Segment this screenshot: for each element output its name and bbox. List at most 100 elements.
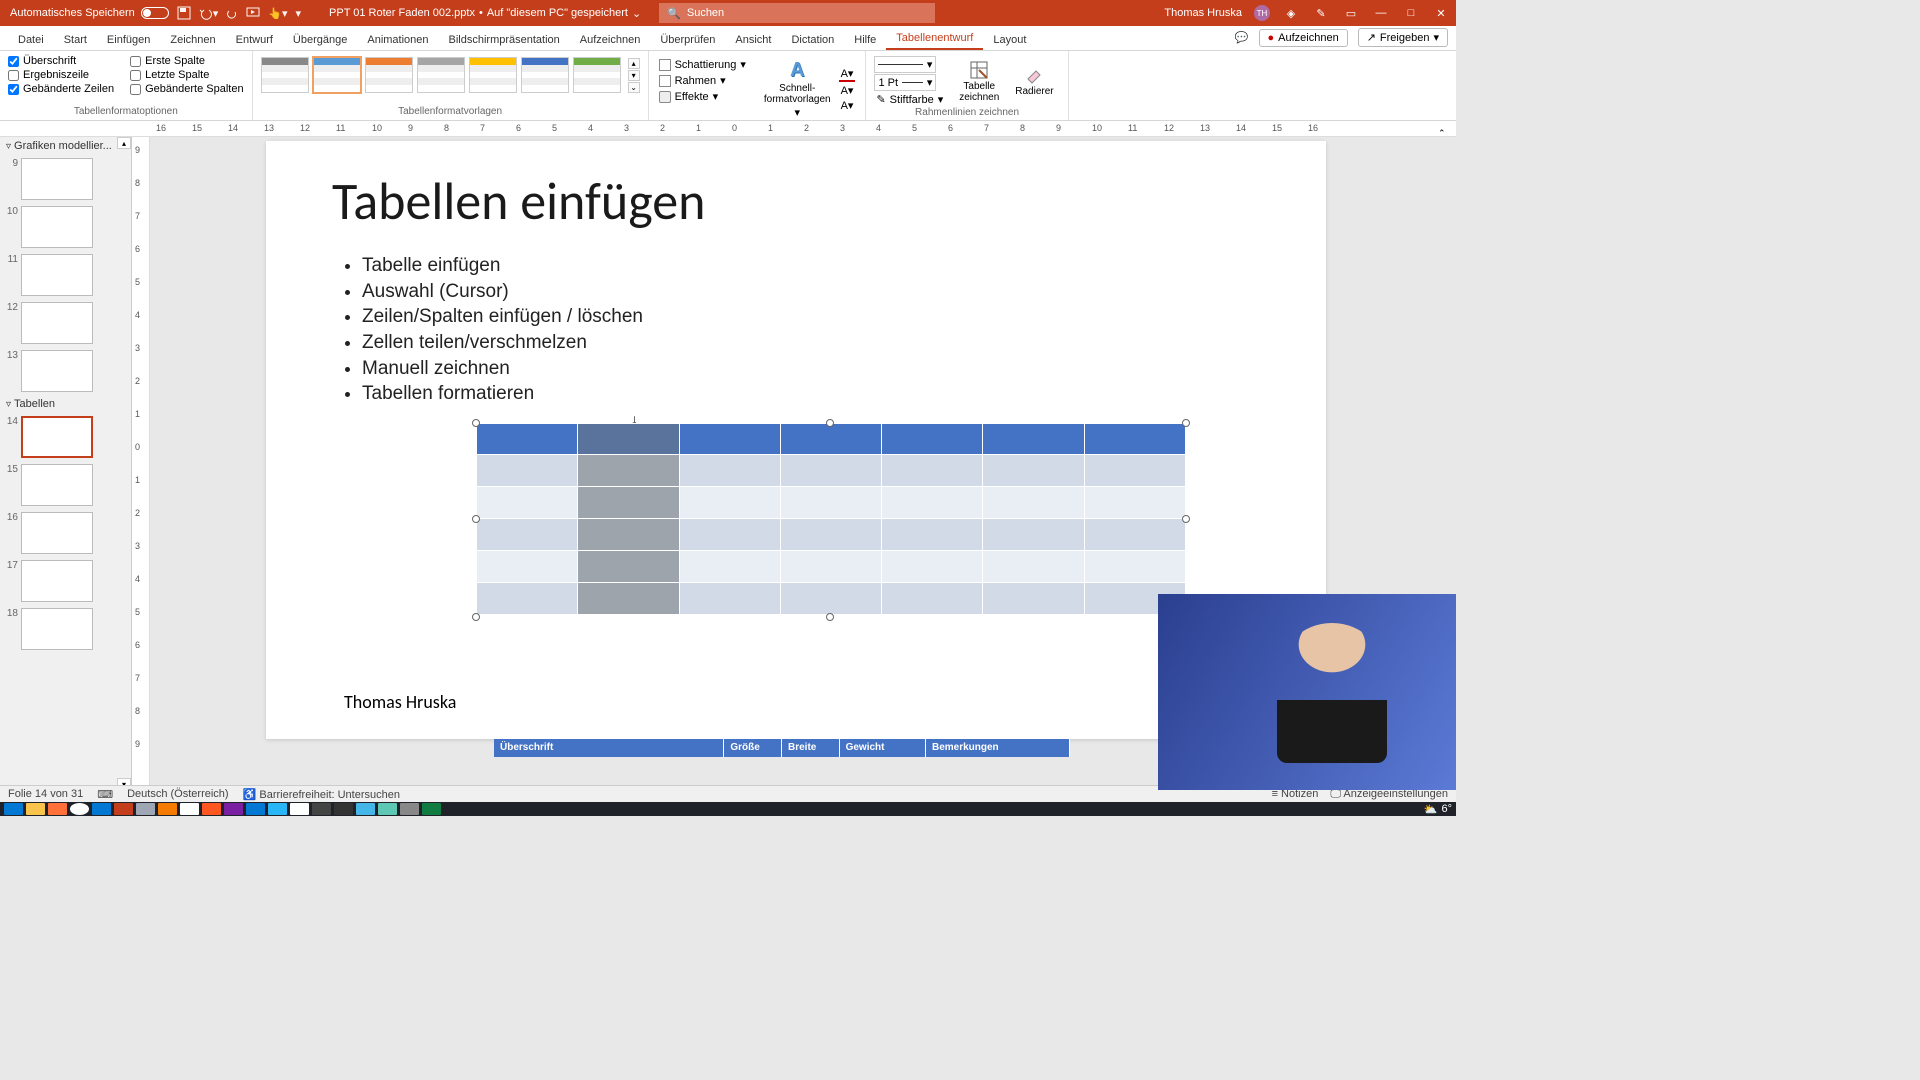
table-style-thumb[interactable] xyxy=(417,57,465,93)
bullet-item[interactable]: Zeilen/Spalten einfügen / löschen xyxy=(362,304,643,330)
table-cell[interactable] xyxy=(780,487,881,519)
tab-layout[interactable]: Layout xyxy=(983,30,1036,50)
table-cell[interactable] xyxy=(882,583,983,615)
table-cell[interactable] xyxy=(1084,519,1185,551)
bullet-item[interactable]: Auswahl (Cursor) xyxy=(362,279,643,305)
slide-thumbnail[interactable]: 15 xyxy=(0,461,131,509)
table-style-thumb[interactable] xyxy=(469,57,517,93)
filename-area[interactable]: PPT 01 Roter Faden 002.pptx • Auf "diese… xyxy=(329,7,641,20)
shading-button[interactable]: Schattierung▾ xyxy=(657,57,748,72)
slide-thumbnail[interactable]: 11 xyxy=(0,251,131,299)
tab-zeichnen[interactable]: Zeichnen xyxy=(160,30,225,50)
telegram-icon[interactable] xyxy=(268,803,287,815)
table-cell[interactable] xyxy=(679,424,780,455)
redo-icon[interactable] xyxy=(226,7,238,19)
diamond-icon[interactable]: ◈ xyxy=(1282,4,1300,22)
temperature[interactable]: 6° xyxy=(1441,803,1452,815)
tab-start[interactable]: Start xyxy=(54,30,97,50)
explorer-icon[interactable] xyxy=(26,803,45,815)
tab-ueberpruefen[interactable]: Überprüfen xyxy=(650,30,725,50)
vlc-icon[interactable] xyxy=(158,803,177,815)
slide-thumbnail[interactable]: 13 xyxy=(0,347,131,395)
app-icon-2[interactable] xyxy=(180,803,199,815)
table-cell[interactable] xyxy=(578,551,679,583)
table-style-thumb[interactable] xyxy=(313,57,361,93)
tab-uebergaenge[interactable]: Übergänge xyxy=(283,30,357,50)
tab-hilfe[interactable]: Hilfe xyxy=(844,30,886,50)
section-header-1[interactable]: ▿Grafiken modellier... xyxy=(0,137,131,155)
table-cell[interactable] xyxy=(983,583,1084,615)
onenote-icon[interactable] xyxy=(224,803,243,815)
table-cell[interactable] xyxy=(983,424,1084,455)
borders-button[interactable]: Rahmen▾ xyxy=(657,73,748,88)
app-icon-8[interactable] xyxy=(400,803,419,815)
table-cell[interactable] xyxy=(780,519,881,551)
table-handle-ml[interactable] xyxy=(472,515,480,523)
chevron-down-icon[interactable]: ⌄ xyxy=(632,7,641,20)
tab-einfuegen[interactable]: Einfügen xyxy=(97,30,160,50)
table-cell[interactable] xyxy=(780,551,881,583)
section-header-2[interactable]: ▿Tabellen xyxy=(0,395,131,413)
chk-geb-spalten[interactable]: Gebänderte Spalten xyxy=(130,83,243,95)
tab-aufzeichnen[interactable]: Aufzeichnen xyxy=(570,30,651,50)
comments-icon[interactable]: 💬 xyxy=(1235,31,1249,44)
gallery-more-icon[interactable]: ⌄ xyxy=(628,82,640,93)
table-handle-mr[interactable] xyxy=(1182,515,1190,523)
qat-customize-icon[interactable]: ▾ xyxy=(295,7,301,20)
table-style-thumb[interactable] xyxy=(365,57,413,93)
table-cell[interactable] xyxy=(578,455,679,487)
visio-icon[interactable] xyxy=(246,803,265,815)
excel-icon[interactable] xyxy=(422,803,441,815)
table-cell[interactable] xyxy=(679,455,780,487)
table-cell[interactable] xyxy=(983,455,1084,487)
slide-counter[interactable]: Folie 14 von 31 xyxy=(8,788,83,800)
start-icon[interactable] xyxy=(4,803,23,815)
table-cell[interactable] xyxy=(679,551,780,583)
slide-title[interactable]: Tabellen einfügen xyxy=(332,169,705,233)
bullet-item[interactable]: Manuell zeichnen xyxy=(362,356,643,382)
tab-animationen[interactable]: Animationen xyxy=(357,30,438,50)
tab-ansicht[interactable]: Ansicht xyxy=(725,30,781,50)
app-icon-6[interactable] xyxy=(356,803,375,815)
chrome-icon[interactable] xyxy=(70,803,89,815)
user-avatar[interactable]: TH xyxy=(1254,5,1270,21)
pen-style-dropdown[interactable]: ▾ xyxy=(874,56,936,73)
slide-thumbnail[interactable]: 17 xyxy=(0,557,131,605)
language-label[interactable]: Deutsch (Österreich) xyxy=(127,788,228,800)
eraser-button[interactable]: Radierer xyxy=(1009,55,1059,107)
table-cell[interactable] xyxy=(1084,455,1185,487)
tab-datei[interactable]: Datei xyxy=(8,30,54,50)
scroll-up-icon[interactable]: ▴ xyxy=(117,137,131,149)
table-handle-tm[interactable] xyxy=(826,419,834,427)
aufzeichnen-button[interactable]: ●Aufzeichnen xyxy=(1259,29,1348,47)
table-cell[interactable] xyxy=(578,487,679,519)
table-cell[interactable] xyxy=(1084,551,1185,583)
table-cell[interactable] xyxy=(882,551,983,583)
slide-thumbnail[interactable]: 12 xyxy=(0,299,131,347)
table-cell[interactable] xyxy=(477,583,578,615)
chk-ergebniszeile[interactable]: Ergebniszeile xyxy=(8,69,114,81)
app-icon-3[interactable] xyxy=(202,803,221,815)
table-cell[interactable] xyxy=(1084,487,1185,519)
bullet-item[interactable]: Tabellen formatieren xyxy=(362,381,643,407)
table-handle-bm[interactable] xyxy=(826,613,834,621)
outlook-icon[interactable] xyxy=(92,803,111,815)
table-style-thumb[interactable] xyxy=(573,57,621,93)
chk-ueberschrift[interactable]: Überschrift xyxy=(8,55,114,67)
user-name[interactable]: Thomas Hruska xyxy=(1164,7,1242,19)
table-cell[interactable] xyxy=(983,519,1084,551)
touch-mode-icon[interactable]: 👆▾ xyxy=(268,7,287,20)
table-cell[interactable] xyxy=(477,424,578,455)
app-icon-1[interactable] xyxy=(136,803,155,815)
table-cell[interactable] xyxy=(578,519,679,551)
table-cell[interactable] xyxy=(477,455,578,487)
tab-entwurf[interactable]: Entwurf xyxy=(226,30,283,50)
table-handle-tr[interactable] xyxy=(1182,419,1190,427)
table-cell[interactable] xyxy=(780,455,881,487)
table-cell[interactable] xyxy=(679,519,780,551)
thumb-scrollbar[interactable]: ▴ ▾ xyxy=(117,137,131,790)
slide-thumbnail[interactable]: 9 xyxy=(0,155,131,203)
table-cell[interactable] xyxy=(882,519,983,551)
window-icon[interactable]: ▭ xyxy=(1342,4,1360,22)
slide-thumbnail[interactable]: 10 xyxy=(0,203,131,251)
